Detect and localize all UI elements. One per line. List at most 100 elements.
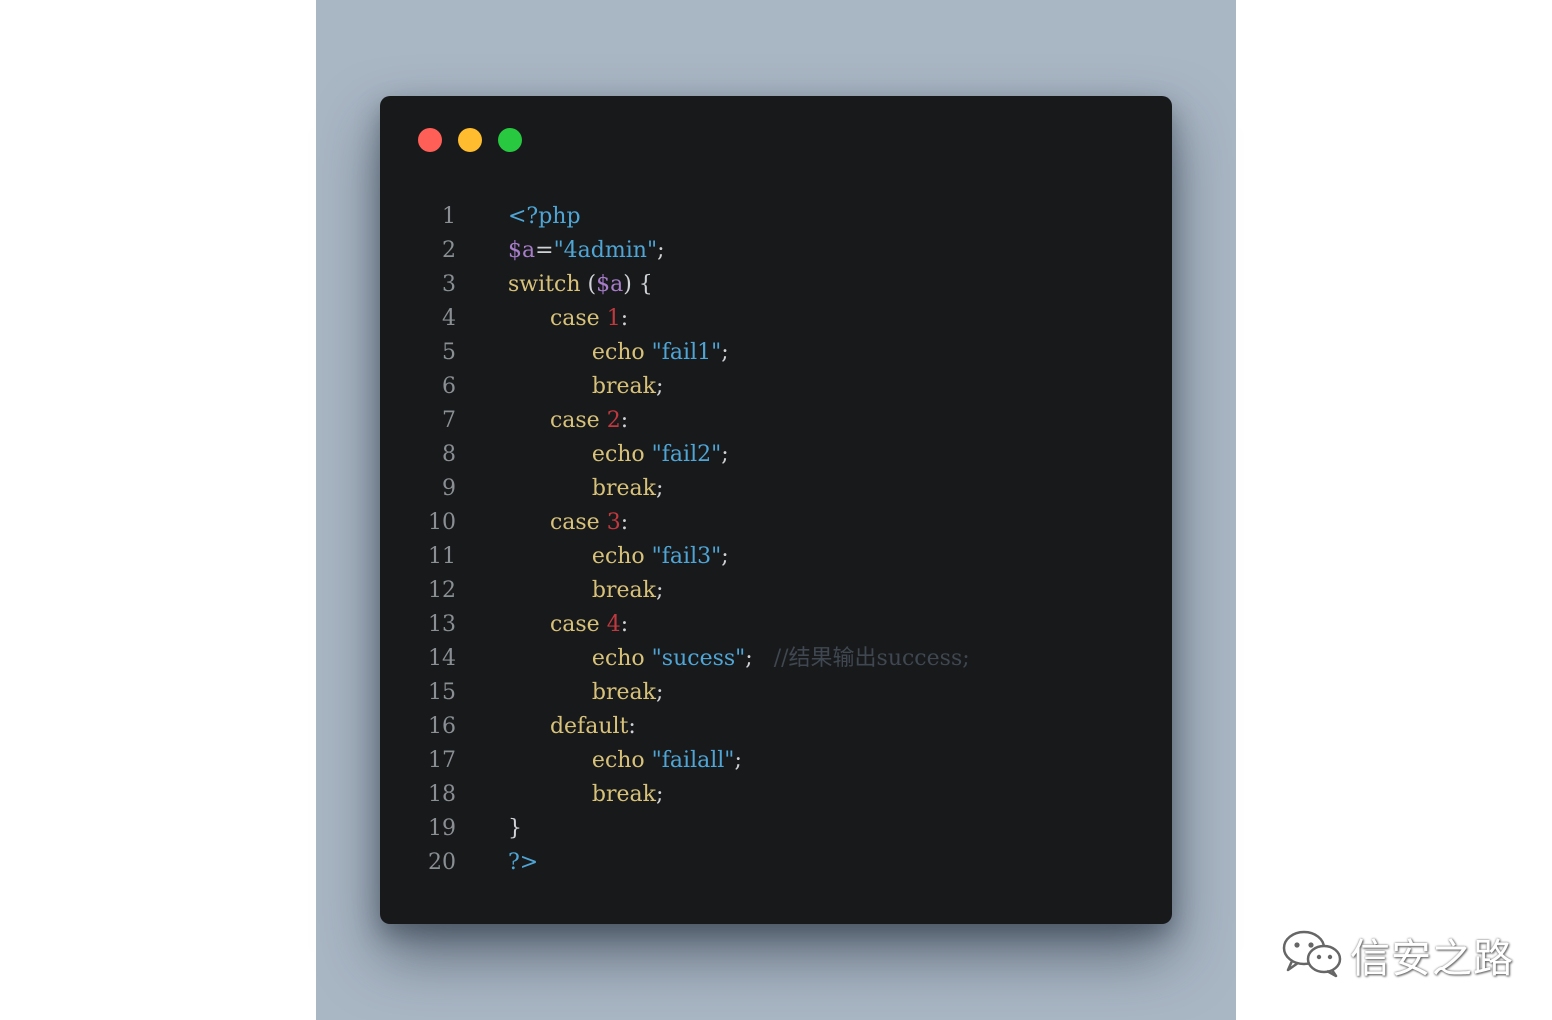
- line-text: case 2:: [508, 404, 628, 438]
- line-number: 15: [428, 680, 456, 705]
- code-token: default: [508, 714, 629, 739]
- line-text: default:: [508, 710, 636, 744]
- code-line: 15 break;: [380, 676, 1172, 710]
- code-token: ;: [721, 442, 729, 467]
- line-number: 20: [428, 850, 456, 875]
- code-line: 4 case 1:: [380, 302, 1172, 336]
- code-token: ;: [655, 782, 664, 807]
- code-token: ?>: [508, 850, 539, 875]
- code-line: 18 break;: [380, 778, 1172, 812]
- code-line: 7 case 2:: [380, 404, 1172, 438]
- code-token: "sucess": [651, 646, 746, 671]
- line-text: echo "sucess"; //结果输出success;: [508, 642, 970, 676]
- line-number: 5: [442, 340, 456, 365]
- code-token: ;: [734, 748, 742, 773]
- line-text: switch ($a) {: [508, 268, 653, 302]
- code-token: (: [580, 272, 597, 297]
- code-window: 1 <?php 2 $a="4admin"; 3 switch ($a) {4 case …: [380, 96, 1172, 924]
- line-number: 2: [442, 238, 456, 263]
- wechat-icon: [1280, 928, 1344, 982]
- code-token: "fail3": [651, 544, 722, 569]
- code-token: 4: [606, 612, 621, 637]
- code-token: break: [508, 680, 656, 705]
- code-line: 8 echo "fail2";: [380, 438, 1172, 472]
- line-text: case 1:: [508, 302, 628, 336]
- line-text: $a="4admin";: [508, 234, 665, 268]
- code-token: ;: [655, 374, 664, 399]
- code-token: :: [620, 408, 629, 433]
- code-token: break: [508, 476, 656, 501]
- code-token: "fail2": [651, 442, 722, 467]
- watermark-text: 信安之路: [1350, 936, 1514, 982]
- minimize-button[interactable]: [458, 128, 482, 152]
- code-token: 1: [606, 306, 621, 331]
- line-number: 6: [442, 374, 456, 399]
- code-token: 2: [606, 408, 621, 433]
- code-token: switch: [508, 272, 581, 297]
- code-token: echo: [508, 340, 652, 365]
- close-button[interactable]: [418, 128, 442, 152]
- line-text: echo "fail1";: [508, 336, 729, 370]
- line-text: break;: [508, 370, 664, 404]
- line-text: echo "failall";: [508, 744, 742, 778]
- line-number: 19: [428, 816, 456, 841]
- code-token: //结果输出success;: [773, 646, 970, 671]
- code-token: =: [535, 238, 554, 263]
- maximize-button[interactable]: [498, 128, 522, 152]
- line-number: 12: [428, 578, 456, 603]
- code-token: echo: [508, 544, 652, 569]
- line-number: 7: [442, 408, 456, 433]
- code-line: 9 break;: [380, 472, 1172, 506]
- line-number: 1: [442, 204, 456, 229]
- line-text: break;: [508, 778, 664, 812]
- code-token: <?php: [508, 204, 581, 229]
- code-block: 1 <?php 2 $a="4admin"; 3 switch ($a) {4 case …: [380, 200, 1172, 880]
- code-line: 11 echo "fail3";: [380, 540, 1172, 574]
- code-token: break: [508, 374, 656, 399]
- code-token: $a: [596, 272, 624, 297]
- code-token: case: [508, 408, 607, 433]
- code-token: echo: [508, 442, 652, 467]
- code-token: ;: [745, 646, 774, 671]
- code-token: "4admin": [553, 238, 658, 263]
- line-text: break;: [508, 574, 664, 608]
- code-line: 5 echo "fail1";: [380, 336, 1172, 370]
- code-token: :: [620, 306, 629, 331]
- line-number: 8: [442, 442, 456, 467]
- line-number: 11: [428, 544, 456, 569]
- line-number: 16: [428, 714, 456, 739]
- code-token: break: [508, 578, 656, 603]
- line-text: break;: [508, 472, 664, 506]
- code-token: 3: [606, 510, 621, 535]
- code-token: ;: [655, 680, 664, 705]
- code-line: 17 echo "failall";: [380, 744, 1172, 778]
- code-token: ;: [655, 476, 664, 501]
- code-token: :: [620, 612, 629, 637]
- line-text: case 4:: [508, 608, 628, 642]
- code-token: ;: [721, 340, 729, 365]
- code-line: 1 <?php: [380, 200, 1172, 234]
- code-token: }: [508, 816, 522, 841]
- line-number: 3: [442, 272, 456, 297]
- code-line: 10 case 3:: [380, 506, 1172, 540]
- code-token: $a: [508, 238, 536, 263]
- code-line: 12 break;: [380, 574, 1172, 608]
- code-token: ;: [721, 544, 729, 569]
- line-text: <?php: [508, 200, 581, 234]
- code-token: :: [620, 510, 629, 535]
- code-token: case: [508, 612, 607, 637]
- line-number: 4: [442, 306, 456, 331]
- line-number: 14: [428, 646, 456, 671]
- code-token: :: [628, 714, 636, 739]
- line-number: 10: [428, 510, 456, 535]
- line-number: 13: [428, 612, 456, 637]
- code-line: 2 $a="4admin";: [380, 234, 1172, 268]
- code-line: 3 switch ($a) {: [380, 268, 1172, 302]
- line-number: 9: [442, 476, 456, 501]
- line-number: 17: [428, 748, 456, 773]
- code-line: 16 default:: [380, 710, 1172, 744]
- code-line: 20 ?>: [380, 846, 1172, 880]
- line-number: 18: [428, 782, 456, 807]
- window-controls: [418, 128, 522, 152]
- watermark: 信安之路: [1280, 926, 1514, 984]
